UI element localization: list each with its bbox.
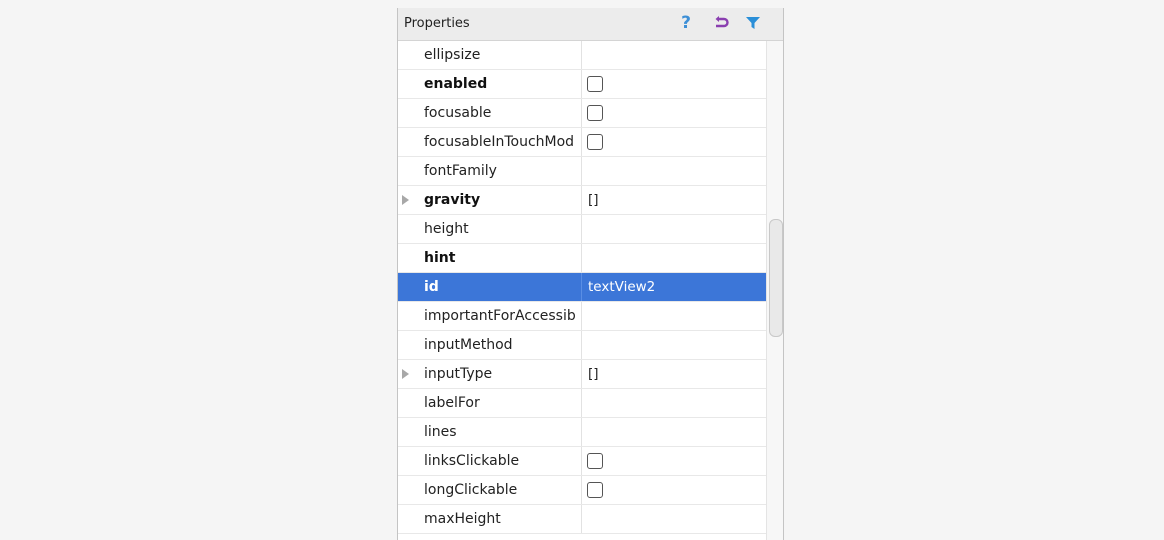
column-divider xyxy=(581,447,582,475)
property-name: focusable xyxy=(424,105,492,121)
property-name: hint xyxy=(424,250,456,266)
property-name: fontFamily xyxy=(424,163,497,179)
property-name: inputType xyxy=(424,366,493,382)
column-divider xyxy=(581,244,582,272)
property-checkbox[interactable] xyxy=(587,134,603,150)
property-row-linksclickable[interactable]: linksClickable xyxy=(398,447,766,476)
property-name: labelFor xyxy=(424,395,480,411)
column-divider xyxy=(581,41,582,69)
column-divider xyxy=(581,302,582,330)
property-name: importantForAccessib xyxy=(424,308,576,324)
column-divider xyxy=(581,360,582,388)
property-row-fontfamily[interactable]: fontFamily xyxy=(398,157,766,186)
property-checkbox[interactable] xyxy=(587,105,603,121)
column-divider xyxy=(581,215,582,243)
property-row-id[interactable]: id textView2 xyxy=(398,273,766,302)
column-divider xyxy=(581,418,582,446)
property-checkbox[interactable] xyxy=(587,482,603,498)
column-divider xyxy=(581,186,582,214)
column-divider xyxy=(581,70,582,98)
property-row-longclickable[interactable]: longClickable xyxy=(398,476,766,505)
column-divider xyxy=(581,505,582,533)
expand-arrow-icon[interactable] xyxy=(402,195,409,205)
property-name: lines xyxy=(424,424,457,440)
property-value[interactable]: textView2 xyxy=(588,273,655,301)
undo-icon[interactable] xyxy=(711,13,731,33)
property-rows: ellipsize enabled focusable focusableInTouc… xyxy=(398,41,766,534)
property-row-inputmethod[interactable]: inputMethod xyxy=(398,331,766,360)
property-value[interactable]: [] xyxy=(588,360,599,388)
property-name: maxHeight xyxy=(424,511,501,527)
properties-panel: Properties ? ellipsize enabled focusable fo… xyxy=(397,8,784,540)
panel-header: Properties ? xyxy=(398,8,783,41)
property-row-importantforaccessib[interactable]: importantForAccessib xyxy=(398,302,766,331)
filter-icon[interactable] xyxy=(743,13,763,33)
property-row-gravity[interactable]: gravity [] xyxy=(398,186,766,215)
property-row-ellipsize[interactable]: ellipsize xyxy=(398,41,766,70)
column-divider xyxy=(581,273,582,301)
help-icon[interactable]: ? xyxy=(676,13,696,33)
property-name: id xyxy=(424,279,439,295)
panel-title: Properties xyxy=(404,16,470,31)
column-divider xyxy=(581,157,582,185)
scroll-thumb[interactable] xyxy=(769,219,783,337)
vertical-scrollbar[interactable] xyxy=(766,41,783,540)
property-name: longClickable xyxy=(424,482,518,498)
column-divider xyxy=(581,128,582,156)
property-row-focusableintouchmod[interactable]: focusableInTouchMod xyxy=(398,128,766,157)
property-row-lines[interactable]: lines xyxy=(398,418,766,447)
property-row-maxheight[interactable]: maxHeight xyxy=(398,505,766,534)
property-checkbox[interactable] xyxy=(587,453,603,469)
property-row-labelfor[interactable]: labelFor xyxy=(398,389,766,418)
column-divider xyxy=(581,476,582,504)
property-row-inputtype[interactable]: inputType [] xyxy=(398,360,766,389)
property-row-enabled[interactable]: enabled xyxy=(398,70,766,99)
property-name: ellipsize xyxy=(424,47,481,63)
property-name: gravity xyxy=(424,192,481,208)
column-divider xyxy=(581,331,582,359)
column-divider xyxy=(581,99,582,127)
property-name: focusableInTouchMod xyxy=(424,134,575,150)
property-name: enabled xyxy=(424,76,488,92)
property-row-focusable[interactable]: focusable xyxy=(398,99,766,128)
property-name: linksClickable xyxy=(424,453,520,469)
property-name: inputMethod xyxy=(424,337,513,353)
expand-arrow-icon[interactable] xyxy=(402,369,409,379)
property-value[interactable]: [] xyxy=(588,186,599,214)
property-name: height xyxy=(424,221,469,237)
column-divider xyxy=(581,389,582,417)
property-row-hint[interactable]: hint xyxy=(398,244,766,273)
property-row-height[interactable]: height xyxy=(398,215,766,244)
property-checkbox[interactable] xyxy=(587,76,603,92)
